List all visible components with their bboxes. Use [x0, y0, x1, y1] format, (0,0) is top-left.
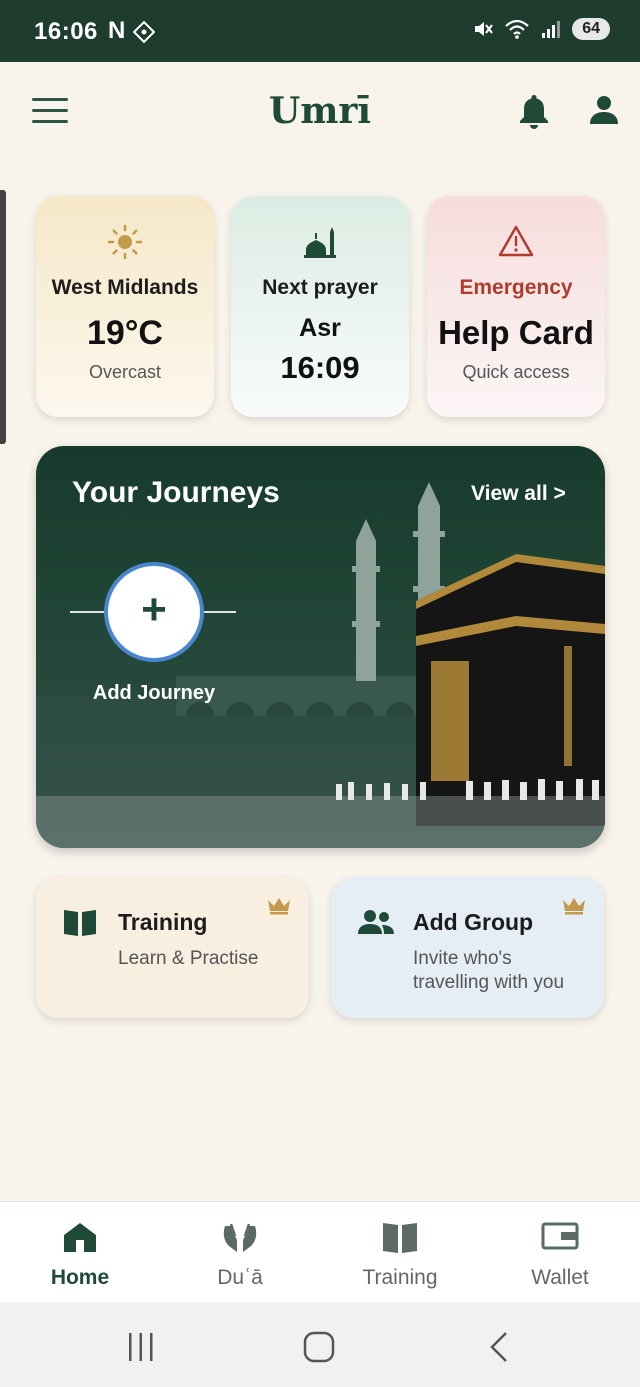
- app-notification-icon: [133, 21, 155, 43]
- journeys-banner: Your Journeys View all > + Add Journey: [36, 446, 605, 848]
- book-icon: [64, 910, 96, 936]
- nav-home-label: Home: [50, 1266, 110, 1289]
- add-journey-button[interactable]: +: [104, 562, 204, 662]
- praying-hands-icon: [223, 1223, 257, 1252]
- quick-access-label: Quick access: [462, 362, 570, 382]
- add-group-subtitle-line2: travelling with you: [413, 972, 565, 993]
- training-title: Training: [118, 909, 208, 935]
- nav-dua-label: Duʿā: [217, 1266, 263, 1289]
- mosque-icon: [304, 227, 336, 258]
- sun-icon: [107, 224, 143, 260]
- weather-condition: Overcast: [88, 362, 162, 382]
- mute-icon: [475, 22, 494, 36]
- help-card-title: Help Card: [438, 314, 594, 351]
- home-icon: [64, 1223, 96, 1252]
- home-button-icon[interactable]: [302, 1330, 338, 1364]
- nav-dua[interactable]: Duʿā: [160, 1202, 320, 1303]
- timeline-line-right: [202, 611, 236, 613]
- weather-card[interactable]: West Midlands 19°C Overcast: [36, 196, 214, 417]
- view-all-link[interactable]: View all >: [471, 482, 566, 506]
- weather-location: West Midlands: [51, 276, 199, 299]
- nav-training[interactable]: Training: [320, 1202, 480, 1303]
- emergency-label: Emergency: [459, 276, 573, 299]
- back-icon[interactable]: [486, 1330, 512, 1364]
- wifi-icon: [505, 19, 529, 39]
- nav-wallet-label: Wallet: [531, 1266, 589, 1289]
- training-subtitle: Learn & Practise: [118, 948, 259, 969]
- edge-panel-handle[interactable]: [0, 190, 6, 444]
- wallet-icon: [541, 1222, 579, 1250]
- status-bar: 16:06 N 64: [0, 0, 640, 62]
- status-time: 16:06: [34, 18, 98, 45]
- prayer-card[interactable]: Next prayer Asr 16:09: [231, 196, 409, 417]
- prayer-label: Next prayer: [262, 276, 378, 299]
- group-icon: [358, 910, 394, 934]
- add-group-card[interactable]: Add Group Invite who's travelling with y…: [331, 877, 604, 1018]
- system-nav-bar: [0, 1302, 640, 1387]
- battery-indicator: 64: [572, 18, 610, 40]
- timeline-line-left: [70, 611, 106, 613]
- training-card[interactable]: Training Learn & Practise: [36, 877, 309, 1018]
- app-header: Umrī: [0, 62, 640, 162]
- journeys-title: Your Journeys: [72, 476, 280, 509]
- bell-icon[interactable]: [516, 92, 552, 130]
- add-group-subtitle: Invite who's travelling with you: [413, 947, 564, 995]
- recent-apps-icon[interactable]: [126, 1330, 156, 1364]
- book-icon: [383, 1223, 417, 1253]
- prayer-name: Asr: [299, 314, 341, 342]
- signal-icon: [542, 21, 561, 38]
- crown-icon: [563, 898, 585, 915]
- nav-training-label: Training: [362, 1266, 438, 1289]
- add-group-title: Add Group: [413, 909, 534, 935]
- emergency-card[interactable]: Emergency Help Card Quick access: [427, 196, 605, 417]
- crown-icon: [268, 898, 290, 915]
- plus-icon: +: [141, 585, 167, 634]
- profile-icon[interactable]: [586, 92, 622, 128]
- prayer-time: 16:09: [280, 350, 360, 385]
- bottom-nav: Home Duʿā Training Wallet: [0, 1201, 640, 1302]
- nav-home[interactable]: Home: [0, 1202, 160, 1303]
- nav-wallet[interactable]: Wallet: [480, 1202, 640, 1303]
- status-icons: 64: [472, 18, 610, 40]
- weather-temperature: 19°C: [87, 314, 163, 352]
- add-group-subtitle-line1: Invite who's: [413, 948, 512, 969]
- warning-icon: [498, 225, 534, 257]
- add-journey-label: Add Journey: [92, 682, 216, 704]
- netflix-notification-icon: N: [108, 17, 126, 44]
